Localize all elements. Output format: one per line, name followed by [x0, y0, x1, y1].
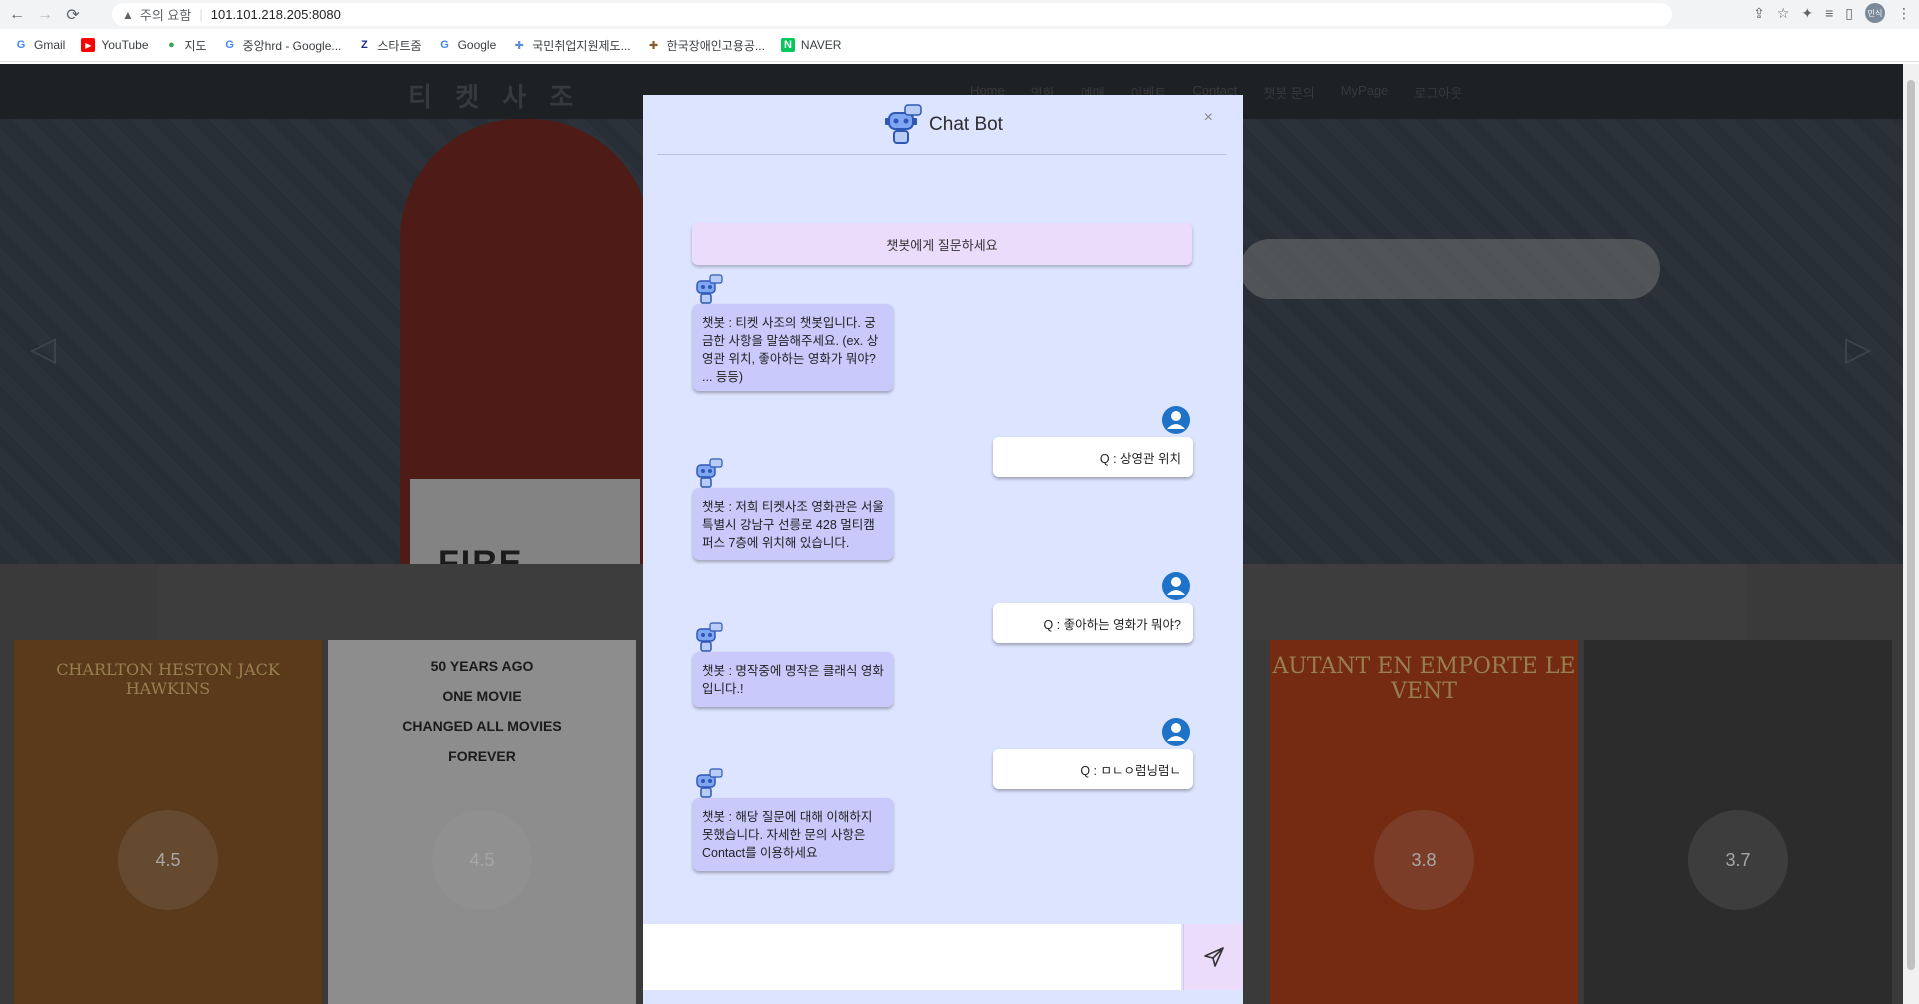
bookmark-naver[interactable]: N NAVER — [780, 38, 842, 52]
employment-logo-icon: ✚ — [514, 39, 524, 52]
bookmark-gmail[interactable]: G Gmail — [14, 38, 66, 52]
bookmark-employment[interactable]: ✚ 국민취업지원제도... — [512, 37, 631, 54]
bot-message: 챗봇 : 명작중에 명작은 클래식 영화입니다.! — [693, 652, 893, 707]
robot-icon — [885, 103, 922, 144]
robot-icon — [696, 458, 723, 488]
web-page: 티 켓 사 조 Home 영화 예매 이벤트 Contact 챗봇 문의 MyP… — [0, 64, 1903, 1004]
send-icon — [1203, 947, 1224, 967]
reload-icon[interactable]: ⟳ — [62, 4, 84, 26]
bookmarks-bar: G Gmail ▶ YouTube ● 지도 G 중앙hrd - Google... Z… — [0, 29, 1919, 62]
google-icon: G — [225, 39, 234, 51]
close-icon[interactable]: × — [1204, 109, 1213, 127]
bookmark-label: 지도 — [184, 38, 207, 53]
robot-icon — [696, 768, 723, 798]
user-avatar-icon — [1162, 718, 1190, 746]
user-avatar-icon — [1162, 572, 1190, 600]
modal-header: Chat Bot × — [657, 95, 1227, 155]
bot-message: 챗봇 : 해당 질문에 대해 이해하지 못했습니다. 자세한 문의 사항은 Co… — [693, 798, 893, 871]
bookmark-maps[interactable]: ● 지도 — [165, 37, 207, 54]
security-label: 주의 요함 — [139, 8, 192, 23]
bookmark-kead[interactable]: ✚ 한국장애인고용공... — [647, 37, 765, 54]
address-bar[interactable]: ▲ 주의 요함 | 101.101.218.205:8080 — [112, 3, 1672, 26]
side-panel-icon[interactable]: ▯ — [1845, 5, 1853, 22]
youtube-icon: ▶ — [81, 38, 96, 52]
profile-avatar[interactable]: 민식 — [1865, 3, 1885, 23]
share-icon[interactable]: ⇪ — [1753, 5, 1765, 22]
page-scrollbar[interactable] — [1903, 64, 1919, 1004]
bookmark-hrd[interactable]: G 중앙hrd - Google... — [223, 37, 342, 54]
bookmark-google[interactable]: G Google — [438, 38, 497, 52]
bookmark-label: 한국장애인고용공... — [666, 38, 765, 53]
browser-toolbar: ← → ⟳ ▲ 주의 요함 | 101.101.218.205:8080 ⇪ ☆… — [0, 0, 1919, 29]
chat-message-input[interactable] — [643, 924, 1181, 990]
scrollbar-thumb[interactable] — [1907, 80, 1915, 970]
forward-icon[interactable]: → — [34, 4, 56, 26]
bookmark-label: 스타트줌 — [377, 38, 422, 53]
url-text[interactable]: 101.101.218.205:8080 — [211, 7, 341, 22]
bookmark-label: Google — [457, 38, 497, 52]
bookmark-star-icon[interactable]: ☆ — [1777, 5, 1790, 22]
user-message: Q : ㅁㄴㅇ럼닝럼ㄴ — [993, 749, 1193, 789]
user-message: Q : 상영관 위치 — [993, 437, 1193, 477]
bookmark-label: NAVER — [800, 38, 842, 52]
chatbot-modal: Chat Bot × 챗봇에게 질문하세요 챗봇 : 티켓 사조의 챗봇입니다.… — [643, 95, 1243, 1004]
bookmark-youtube[interactable]: ▶ YouTube — [81, 38, 149, 52]
user-message: Q : 좋아하는 영화가 뭐야? — [993, 603, 1193, 643]
bookmark-label: 국민취업지원제도... — [532, 38, 631, 53]
reading-list-icon[interactable]: ≡ — [1825, 5, 1833, 21]
chat-input-area — [643, 924, 1243, 1004]
bot-message: 챗봇 : 저희 티켓사조 영화관은 서울특별시 강남구 선릉로 428 멀티캠퍼… — [693, 488, 893, 560]
warning-icon[interactable]: ▲ — [122, 8, 134, 22]
naver-icon: N — [780, 38, 795, 52]
omnibox-divider: | — [199, 7, 203, 22]
modal-title: Chat Bot — [929, 113, 1003, 135]
zoom-logo-icon: Z — [361, 39, 368, 51]
chat-prompt-banner: 챗봇에게 질문하세요 — [692, 223, 1192, 265]
google-icon: G — [440, 39, 449, 51]
bot-message: 챗봇 : 티켓 사조의 챗봇입니다. 궁금한 사항을 말씀해주세요. (ex. … — [693, 304, 893, 391]
back-icon[interactable]: ← — [6, 4, 28, 26]
kead-logo-icon: ✚ — [648, 39, 659, 52]
map-pin-icon: ● — [168, 39, 175, 51]
user-avatar-icon — [1162, 406, 1190, 434]
bookmark-label: 중앙hrd - Google... — [242, 38, 342, 53]
bookmark-label: Gmail — [34, 38, 66, 52]
menu-icon[interactable]: ⋮ — [1897, 5, 1911, 22]
bookmark-startzoom[interactable]: Z 스타트줌 — [357, 37, 422, 54]
robot-icon — [696, 274, 723, 304]
google-icon: G — [16, 39, 26, 51]
send-button[interactable] — [1183, 924, 1243, 990]
toolbar-actions: ⇪ ☆ ✦ ≡ ▯ 민식 ⋮ — [1753, 3, 1911, 23]
bookmark-label: YouTube — [101, 38, 149, 52]
robot-icon — [696, 622, 723, 652]
extensions-icon[interactable]: ✦ — [1801, 5, 1813, 22]
